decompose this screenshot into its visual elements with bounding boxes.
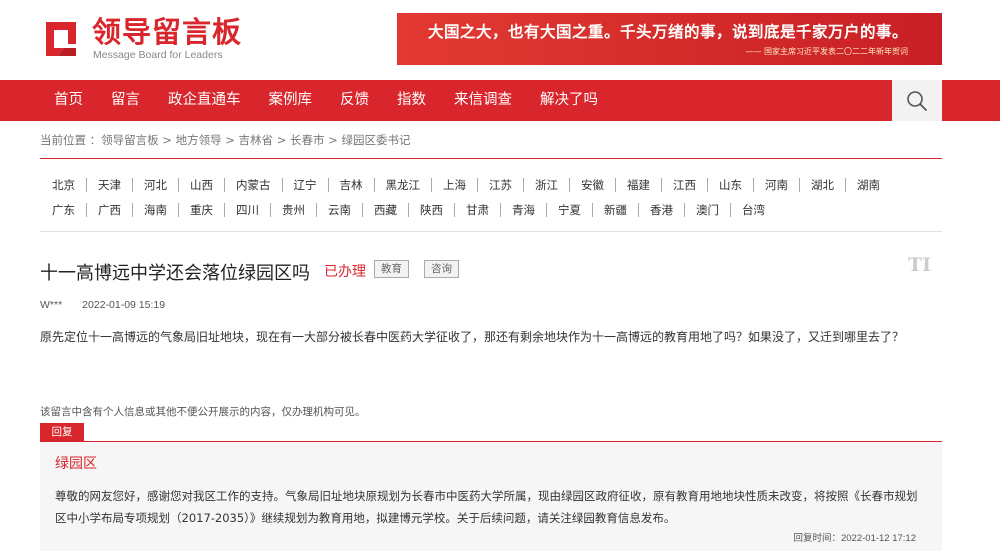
region-link[interactable]: 天津 bbox=[86, 178, 132, 192]
region-link[interactable]: 福建 bbox=[615, 178, 661, 192]
privacy-notice: 该留言中含有个人信息或其他不便公开展示的内容，仅办理机构可见。 bbox=[40, 406, 366, 418]
region-link[interactable]: 山东 bbox=[707, 178, 753, 192]
region-link[interactable]: 四川 bbox=[224, 203, 270, 217]
region-link[interactable]: 安徽 bbox=[569, 178, 615, 192]
region-link[interactable]: 青海 bbox=[500, 203, 546, 217]
nav-item[interactable]: 首页 bbox=[40, 80, 97, 121]
region-link[interactable]: 贵州 bbox=[270, 203, 316, 217]
reply-org: 绿园区 bbox=[55, 456, 97, 472]
nav-item[interactable]: 案例库 bbox=[255, 80, 327, 121]
region-link[interactable]: 甘肃 bbox=[454, 203, 500, 217]
tag-category[interactable]: 教育 bbox=[374, 260, 409, 278]
region-link[interactable]: 新疆 bbox=[592, 203, 638, 217]
region-link[interactable]: 浙江 bbox=[523, 178, 569, 192]
nav-item[interactable]: 政企直通车 bbox=[154, 80, 255, 121]
region-link[interactable]: 吉林 bbox=[327, 178, 374, 192]
nav-items: 首页 留言 政企直通车 案例库 反馈 指数 来信调查 解决了吗 bbox=[40, 80, 612, 121]
region-link[interactable]: 辽宁 bbox=[281, 178, 328, 192]
region-link[interactable]: 澳门 bbox=[684, 203, 730, 217]
region-row-2: 广东 广西 海南 重庆 四川 贵州 云南 西藏 陕西 甘肃 青海 宁夏 新疆 香港 澳门 台湾 bbox=[40, 203, 776, 217]
region-link[interactable]: 上海 bbox=[431, 178, 477, 192]
region-link[interactable]: 河南 bbox=[753, 178, 799, 192]
region-link[interactable]: 内蒙古 bbox=[224, 178, 282, 192]
region-link[interactable]: 山西 bbox=[178, 178, 224, 192]
nav-right-spacer bbox=[942, 80, 1000, 121]
region-link[interactable]: 陕西 bbox=[408, 203, 454, 217]
nav-item[interactable]: 来信调查 bbox=[440, 80, 526, 121]
reply-box: 绿园区 尊敬的网友您好，感谢您对我区工作的支持。气象局旧址地块原规划为长春市中医… bbox=[40, 442, 942, 551]
region-selector: 北京 天津 河北 山西 内蒙古 辽宁 吉林 黑龙江 上海 江苏 浙江 安徽 福建 江西 山东 河南 湖北 湖南 广… bbox=[40, 158, 942, 232]
region-link[interactable]: 云南 bbox=[316, 203, 362, 217]
main-nav: 首页 留言 政企直通车 案例库 反馈 指数 来信调查 解决了吗 bbox=[0, 80, 1000, 121]
region-link[interactable]: 湖北 bbox=[799, 178, 845, 192]
logo-title: 领导留言板 bbox=[92, 15, 243, 49]
reply-time: 回复时间：2022-01-12 17:12 bbox=[793, 533, 916, 544]
post-content: 原先定位十一高博远的气象局旧址地块，现在有一大部分被长春中医药大学征收了，那还有… bbox=[40, 330, 905, 344]
region-link[interactable]: 广东 bbox=[40, 203, 86, 217]
post-date: 2022-01-09 15:19 bbox=[82, 299, 166, 311]
region-link[interactable]: 海南 bbox=[132, 203, 178, 217]
nav-item[interactable]: 解决了吗 bbox=[526, 80, 612, 121]
nav-item[interactable]: 反馈 bbox=[326, 80, 383, 121]
post-title: 十一高博远中学还会落位绿园区吗 bbox=[40, 263, 310, 284]
text-size-icon[interactable]: TI bbox=[908, 254, 931, 276]
logo-mark-icon bbox=[46, 22, 76, 56]
breadcrumb: 当前位置 ：领导留言板 > 地方领导 > 吉林省 > 长春市 > 绿园区委书记 bbox=[40, 132, 410, 148]
region-link[interactable]: 河北 bbox=[132, 178, 178, 192]
breadcrumb-label: 当前位置 ： bbox=[40, 133, 102, 147]
post-meta: W*** 2022-01-09 15:19 bbox=[40, 299, 165, 311]
region-link[interactable]: 北京 bbox=[40, 178, 86, 192]
region-link[interactable]: 重庆 bbox=[178, 203, 224, 217]
region-link[interactable]: 香港 bbox=[638, 203, 684, 217]
site-logo[interactable]: 领导留言板 Message Board for Leaders bbox=[40, 14, 243, 66]
breadcrumb-path[interactable]: 领导留言板 > 地方领导 > 吉林省 > 长春市 > 绿园区委书记 bbox=[101, 133, 410, 147]
search-icon bbox=[907, 90, 928, 111]
site-header: 领导留言板 Message Board for Leaders 大国之大，也有大… bbox=[0, 0, 1000, 80]
banner-attribution: —— 国家主席习近平发表二〇二二年新年贺词 bbox=[745, 47, 908, 56]
region-row-1: 北京 天津 河北 山西 内蒙古 辽宁 吉林 黑龙江 上海 江苏 浙江 安徽 福建 江西 山东 河南 湖北 湖南 bbox=[40, 178, 891, 192]
nav-item[interactable]: 留言 bbox=[97, 80, 154, 121]
region-link[interactable]: 宁夏 bbox=[546, 203, 592, 217]
reply-tab: 回复 bbox=[40, 423, 84, 441]
region-link[interactable]: 江苏 bbox=[477, 178, 523, 192]
banner-quote: 大国之大，也有大国之重。千头万绪的事，说到底是千家万户的事。 bbox=[427, 23, 908, 41]
region-link[interactable]: 江西 bbox=[661, 178, 707, 192]
reply-text: 尊敬的网友您好，感谢您对我区工作的支持。气象局旧址地块原规划为长春市中医药大学所… bbox=[55, 489, 918, 525]
status-badge: 已办理 bbox=[324, 264, 366, 280]
region-link[interactable]: 湖南 bbox=[845, 178, 891, 192]
logo-subtitle: Message Board for Leaders bbox=[93, 49, 223, 61]
post-author: W*** bbox=[40, 299, 63, 311]
region-link[interactable]: 黑龙江 bbox=[373, 178, 432, 192]
region-link[interactable]: 西藏 bbox=[362, 203, 408, 217]
nav-item[interactable]: 指数 bbox=[383, 80, 440, 121]
search-button[interactable] bbox=[892, 80, 942, 121]
tag-type[interactable]: 咨询 bbox=[424, 260, 459, 278]
region-link[interactable]: 广西 bbox=[86, 203, 132, 217]
quote-banner[interactable]: 大国之大，也有大国之重。千头万绪的事，说到底是千家万户的事。 —— 国家主席习近… bbox=[397, 13, 942, 65]
region-link[interactable]: 台湾 bbox=[730, 203, 776, 217]
